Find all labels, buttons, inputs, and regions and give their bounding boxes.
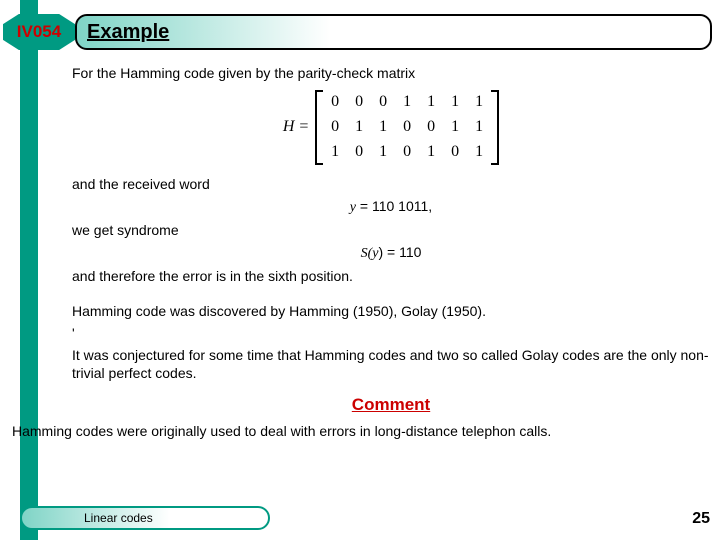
matrix-table: 0001111 0110011 1010101: [323, 90, 491, 164]
page-number: 25: [692, 510, 710, 528]
bracket-right-icon: [491, 90, 499, 164]
paragraph-comment-body: Hamming codes were originally used to de…: [12, 422, 710, 440]
title-box: Example: [75, 14, 712, 50]
paragraph-syndrome-intro: we get syndrome: [72, 221, 710, 239]
paragraph-error: and therefore the error is in the sixth …: [72, 267, 710, 285]
slide-badge: IV054: [3, 14, 75, 50]
syndrome-equation: S(y) = 110: [72, 243, 710, 263]
table-row: 1010101: [323, 140, 491, 165]
page-title: Example: [87, 21, 169, 44]
footer-label: Linear codes: [84, 511, 153, 525]
footer-pill: Linear codes: [20, 506, 270, 530]
matrix-label: H =: [283, 117, 309, 138]
paragraph-intro: For the Hamming code given by the parity…: [72, 64, 710, 82]
slide-badge-text: IV054: [17, 22, 61, 42]
content-area: For the Hamming code given by the parity…: [72, 64, 710, 445]
comment-heading: Comment: [72, 394, 710, 416]
left-accent-bar: [20, 0, 38, 540]
y-equation: y = 110 1011,: [72, 197, 710, 217]
bracket-left-icon: [315, 90, 323, 164]
table-row: 0001111: [323, 90, 491, 115]
paragraph-history: Hamming code was discovered by Hamming (…: [72, 302, 710, 320]
table-row: 0110011: [323, 115, 491, 140]
paragraph-received: and the received word: [72, 175, 710, 193]
paragraph-quote-mark: ': [72, 324, 710, 342]
matrix-block: H = 0001111 0110011 1010101: [72, 90, 710, 164]
paragraph-conjecture: It was conjectured for some time that Ha…: [72, 346, 710, 382]
